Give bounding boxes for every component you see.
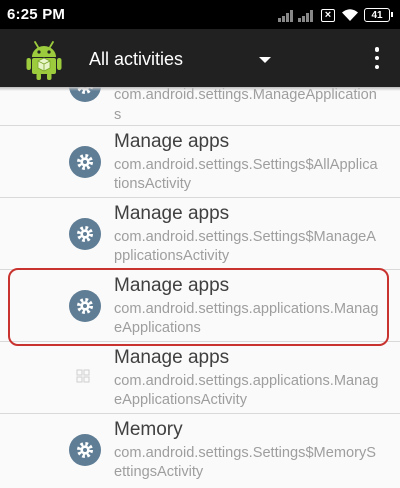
list-item[interactable]: Manage apps com.android.settings.Setting… bbox=[0, 198, 400, 270]
list-item[interactable]: Manage apps com.android.settings.applica… bbox=[0, 342, 400, 414]
notification-icon: × bbox=[321, 8, 335, 22]
list-item-subtitle: com.android.settings.Settings$ManageA bbox=[114, 229, 377, 245]
signal-icon-secondary bbox=[297, 9, 313, 22]
status-bar: 6:25 PM × 41 bbox=[0, 0, 400, 29]
overflow-menu-icon[interactable] bbox=[374, 47, 380, 69]
list-item-title: Memory bbox=[114, 419, 183, 440]
battery-icon: 41 bbox=[364, 8, 393, 22]
highlight-outline bbox=[8, 268, 389, 346]
gear-icon bbox=[69, 218, 101, 250]
gear-icon bbox=[69, 434, 101, 466]
status-icons: × 41 bbox=[277, 7, 393, 23]
list-item-title: Manage apps bbox=[114, 347, 230, 368]
list-item-title: Manage apps bbox=[114, 131, 230, 152]
list-item[interactable]: com.android.settings.ManageApplication s bbox=[0, 87, 400, 126]
status-time: 6:25 PM bbox=[7, 6, 66, 23]
dropdown-arrow-icon[interactable] bbox=[259, 57, 271, 63]
signal-icon bbox=[277, 9, 293, 22]
wifi-icon bbox=[342, 9, 358, 21]
list-item-subtitle-cont: tionsActivity bbox=[114, 176, 192, 192]
list-item-subtitle: com.android.settings.applications.Manag bbox=[114, 373, 379, 389]
list-item-subtitle-cont: s bbox=[114, 107, 122, 123]
list-item-subtitle-cont: pplicationsActivity bbox=[114, 248, 230, 264]
list-item-subtitle-cont: ettingsActivity bbox=[114, 464, 204, 480]
list-item[interactable]: Memory com.android.settings.Settings$Mem… bbox=[0, 414, 400, 486]
list-item-title: Manage apps bbox=[114, 203, 230, 224]
list-item[interactable]: Manage apps com.android.settings.Setting… bbox=[0, 126, 400, 198]
gear-icon bbox=[69, 146, 101, 178]
list-item-subtitle: com.android.settings.Settings$MemoryS bbox=[114, 445, 376, 461]
grid-icon bbox=[76, 369, 90, 383]
list-item-subtitle-cont: eApplicationsActivity bbox=[114, 392, 248, 408]
android-robot-icon bbox=[26, 41, 62, 80]
app-bar: All activities bbox=[0, 29, 400, 87]
app-bar-shadow bbox=[0, 87, 400, 91]
list-item-subtitle: com.android.settings.Settings$AllApplica bbox=[114, 157, 378, 173]
app-bar-title[interactable]: All activities bbox=[89, 49, 183, 70]
